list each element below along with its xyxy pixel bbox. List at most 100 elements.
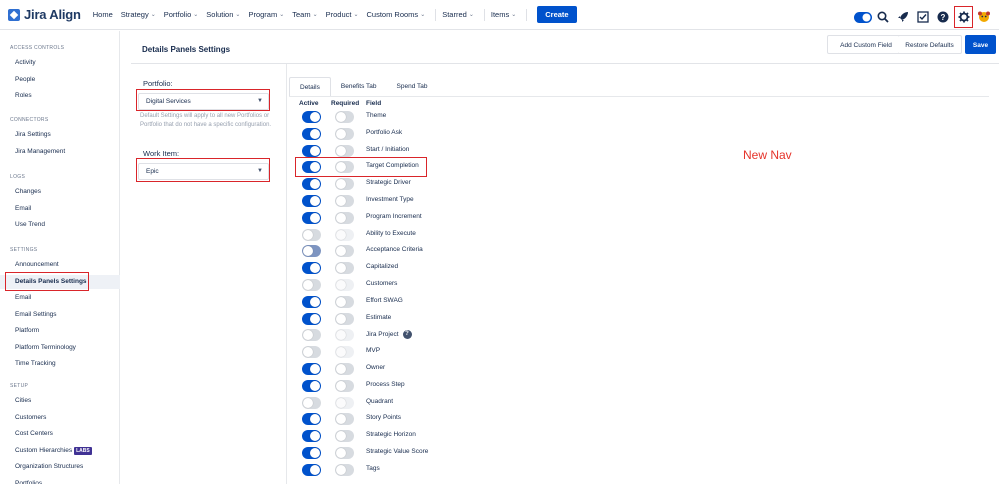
required-toggle[interactable] [335,144,354,157]
active-toggle[interactable] [302,312,321,325]
required-toggle[interactable] [335,111,354,123]
nav-item-product[interactable]: Product ⌄ [326,10,359,19]
nav-item-items[interactable]: Items ⌄ [491,10,516,19]
sidebar-item-announcement[interactable]: Announcement [15,261,59,268]
toggle-knob [336,464,346,475]
active-toggle[interactable] [302,279,321,291]
nav-item-portfolio[interactable]: Portfolio ⌄ [164,10,199,19]
active-toggle[interactable] [302,463,321,476]
required-toggle[interactable] [335,363,354,375]
sidebar-item-cost-centers[interactable]: Cost Centers [15,430,53,437]
nav-item-label: Team [292,10,311,19]
active-toggle[interactable] [302,346,321,359]
required-toggle[interactable] [335,245,354,258]
required-toggle[interactable] [335,262,354,275]
sidebar-item-platform-terminology[interactable]: Platform Terminology [15,344,76,351]
active-toggle[interactable] [302,245,321,258]
help-icon[interactable]: ? [934,8,952,26]
active-toggle[interactable] [302,396,321,409]
active-toggle[interactable] [302,379,321,392]
search-icon[interactable] [874,8,892,26]
rocket-icon[interactable] [894,8,912,26]
active-toggle[interactable] [302,295,321,308]
chevron-down-icon: ⌄ [279,12,285,18]
required-toggle[interactable] [335,178,354,191]
sidebar-item-people[interactable]: People [15,76,35,83]
sidebar-item-jira-management[interactable]: Jira Management [15,148,65,155]
restore-defaults-button[interactable]: Restore Defaults [898,35,962,54]
add-custom-field-button[interactable]: Add Custom Field [827,35,905,54]
sidebar-item-cities[interactable]: Cities [15,397,31,404]
nav-item-solution[interactable]: Solution ⌄ [206,10,240,19]
required-toggle[interactable] [335,127,354,140]
avatar-icon[interactable] [975,8,993,26]
toggle-knob [336,280,346,290]
sidebar-item-time-tracking[interactable]: Time Tracking [15,360,56,367]
tab-spend-tab[interactable]: Spend Tab [387,77,438,96]
nav-item-home[interactable]: Home [93,10,113,19]
active-toggle[interactable] [302,363,321,375]
toggle-knob [336,347,346,358]
toggle-knob [310,464,320,475]
nav-item-custom-rooms[interactable]: Custom Rooms ⌄ [367,10,426,19]
sidebar-item-custom-hierarchies[interactable]: Custom Hierarchies LABS [15,446,92,455]
required-toggle[interactable] [335,413,354,426]
required-toggle[interactable] [335,211,354,224]
required-toggle[interactable] [335,195,354,207]
sidebar-item-email[interactable]: Email [15,205,31,212]
required-toggle[interactable] [335,447,354,459]
active-toggle[interactable] [302,178,321,191]
sidebar-item-use-trend[interactable]: Use Trend [15,221,45,228]
sidebar-section-title: SETTINGS [10,247,38,253]
sidebar-item-jira-settings[interactable]: Jira Settings [15,131,51,138]
active-toggle[interactable] [302,329,321,342]
sidebar-item-organization-structures[interactable]: Organization Structures [15,463,83,470]
nav-item-program[interactable]: Program ⌄ [248,10,284,19]
sidebar-item-customers[interactable]: Customers [15,414,46,421]
active-toggle[interactable] [302,111,321,123]
sidebar-item-label: Platform Terminology [15,343,76,351]
field-name-text: Process Step [366,380,405,388]
required-toggle[interactable] [335,463,354,476]
field-name-text: Jira Project [366,331,399,339]
nav-item-team[interactable]: Team ⌄ [292,10,317,19]
active-toggle[interactable] [302,430,321,443]
checklist-icon[interactable] [914,8,932,26]
active-toggle[interactable] [302,144,321,157]
create-button[interactable]: Create [537,6,577,23]
sidebar-item-changes[interactable]: Changes [15,188,41,195]
active-toggle[interactable] [302,127,321,140]
question-icon[interactable]: ? [402,330,412,340]
tab-benefits-tab[interactable]: Benefits Tab [331,77,387,96]
field-name: Owner [366,364,385,371]
field-name: Portfolio Ask [366,129,402,136]
save-button[interactable]: Save [965,35,996,54]
nav-item-label: Starred [442,10,467,19]
active-toggle[interactable] [302,413,321,426]
jira-align-logo-icon [8,8,20,21]
active-toggle[interactable] [302,447,321,459]
required-toggle[interactable] [335,430,354,443]
sidebar-item-portfolios[interactable]: Portfolios [15,480,42,484]
tab-details[interactable]: Details [289,77,331,96]
nav-item-label: Strategy [120,10,149,19]
logo[interactable]: Jira Align [8,7,81,22]
required-toggle[interactable] [335,379,354,392]
sidebar-item-email-settings[interactable]: Email Settings [15,311,57,318]
sidebar-item-roles[interactable]: Roles [15,92,32,99]
active-toggle[interactable] [302,195,321,207]
gear-icon[interactable] [954,6,973,28]
active-toggle[interactable] [302,262,321,275]
nav-menu: Home Strategy ⌄ Portfolio ⌄ Solution ⌄ Program ⌄… [93,6,577,23]
nav-item-starred[interactable]: Starred ⌄ [442,10,474,19]
sidebar-item-email[interactable]: Email [15,294,31,301]
required-toggle[interactable] [335,312,354,325]
active-toggle[interactable] [302,228,321,241]
sidebar-item-activity[interactable]: Activity [15,59,36,66]
nav-item-strategy[interactable]: Strategy ⌄ [121,10,156,19]
required-toggle[interactable] [335,295,354,308]
sidebar-section-title: CONNECTORS [10,117,49,123]
nav-toggle-icon[interactable] [854,8,872,26]
sidebar-item-platform[interactable]: Platform [15,327,39,334]
active-toggle[interactable] [302,211,321,224]
